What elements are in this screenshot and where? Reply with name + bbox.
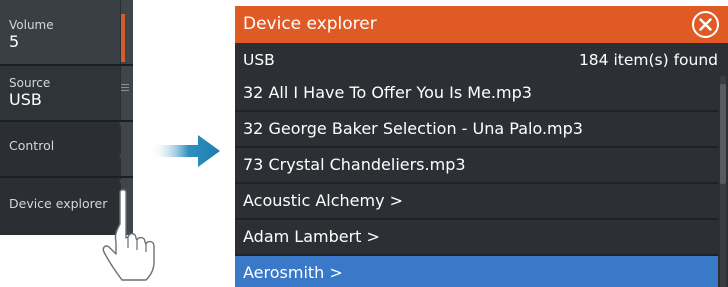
list-item-label: Acoustic Alchemy > — [243, 191, 404, 210]
menu-item-control[interactable]: Control — [0, 122, 120, 176]
menu-item-volume[interactable]: Volume 5 — [0, 0, 120, 64]
source-header: USB 184 item(s) found — [235, 49, 728, 72]
chevron-right-icon — [119, 122, 133, 158]
source-name: USB — [243, 51, 275, 69]
grip-icon — [121, 84, 129, 93]
menu-item-source[interactable]: Source USB — [0, 66, 120, 120]
volume-value: 5 — [9, 32, 20, 51]
control-label: Control — [9, 138, 55, 153]
volume-label: Volume — [9, 18, 54, 32]
list-item[interactable]: 32 George Baker Selection - Una Palo.mp3 — [235, 112, 718, 146]
list-item[interactable]: Acoustic Alchemy > — [235, 184, 718, 218]
file-list: 32 All I Have To Offer You Is Me.mp3 32 … — [235, 76, 718, 287]
volume-level-indicator — [121, 14, 125, 62]
close-icon — [699, 18, 712, 31]
list-item-label: 32 George Baker Selection - Una Palo.mp3 — [243, 119, 583, 138]
list-item-selected[interactable]: Aerosmith > — [235, 256, 718, 287]
list-item[interactable]: Adam Lambert > — [235, 220, 718, 254]
dialog-title-bar: Device explorer — [235, 6, 728, 43]
list-item[interactable]: 73 Crystal Chandeliers.mp3 — [235, 148, 718, 182]
hand-pointer-icon — [102, 189, 155, 281]
list-item[interactable]: 32 All I Have To Offer You Is Me.mp3 — [235, 76, 718, 110]
list-item-label: Aerosmith > — [243, 263, 343, 282]
list-item-label: 73 Crystal Chandeliers.mp3 — [243, 155, 466, 174]
source-value: USB — [9, 90, 42, 109]
arrow-right-icon — [150, 135, 220, 167]
list-item-label: Adam Lambert > — [243, 227, 380, 246]
dialog-title: Device explorer — [243, 14, 377, 34]
item-count: 184 item(s) found — [578, 51, 718, 69]
close-button[interactable] — [692, 11, 719, 38]
list-item-label: 32 All I Have To Offer You Is Me.mp3 — [243, 83, 532, 102]
scroll-thumb[interactable] — [720, 84, 726, 184]
source-label: Source — [9, 76, 51, 90]
device-explorer-dialog: Device explorer USB 184 item(s) found 32… — [235, 6, 728, 287]
list-scrollbar[interactable] — [720, 76, 726, 287]
